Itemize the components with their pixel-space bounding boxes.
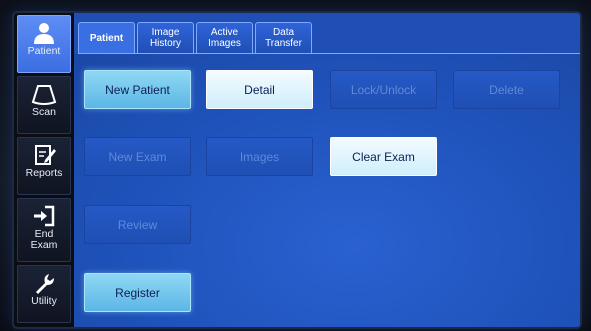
tab-label: Data Transfer	[265, 27, 302, 49]
wrench-icon	[36, 274, 54, 294]
sidebar-item-label: End Exam	[30, 228, 58, 251]
new-exam-button[interactable]: New Exam	[84, 137, 191, 176]
exit-icon	[34, 205, 55, 227]
person-icon	[34, 23, 54, 44]
sidebar: Patient Scan Reports End Exam Utility	[14, 13, 74, 327]
sidebar-item-reports[interactable]: Reports	[17, 137, 71, 195]
sidebar-item-patient[interactable]: Patient	[17, 15, 71, 73]
sidebar-item-label: Reports	[25, 167, 63, 179]
new-patient-button[interactable]: New Patient	[84, 70, 191, 109]
tab-image-history[interactable]: Image History	[137, 22, 194, 54]
patient-panel: New Patient Detail Lock/Unlock Delete Ne…	[74, 54, 580, 327]
tab-patient[interactable]: Patient	[78, 22, 135, 54]
sidebar-item-utility[interactable]: Utility	[17, 265, 71, 323]
detail-button[interactable]: Detail	[206, 70, 313, 109]
tab-label: Patient	[89, 33, 124, 44]
sidebar-item-label: Patient	[27, 45, 61, 57]
probe-icon	[31, 85, 57, 105]
touch-screen: Patient Scan Reports End Exam Utility Pa…	[14, 13, 580, 327]
report-edit-icon	[35, 145, 56, 165]
sidebar-item-scan[interactable]: Scan	[17, 76, 71, 134]
tab-label: Active Images	[208, 27, 241, 49]
delete-button[interactable]: Delete	[453, 70, 560, 109]
review-button[interactable]: Review	[84, 205, 191, 244]
sidebar-item-label: Utility	[31, 295, 57, 307]
tab-label: Image History	[149, 27, 182, 49]
tab-data-transfer[interactable]: Data Transfer	[255, 22, 312, 54]
lock-unlock-button[interactable]: Lock/Unlock	[330, 70, 437, 109]
register-button[interactable]: Register	[84, 273, 191, 312]
images-button[interactable]: Images	[206, 137, 313, 176]
tab-active-images[interactable]: Active Images	[196, 22, 253, 54]
clear-exam-button[interactable]: Clear Exam	[330, 137, 437, 176]
sidebar-item-label: Scan	[32, 106, 56, 118]
sidebar-item-end-exam[interactable]: End Exam	[17, 198, 71, 262]
